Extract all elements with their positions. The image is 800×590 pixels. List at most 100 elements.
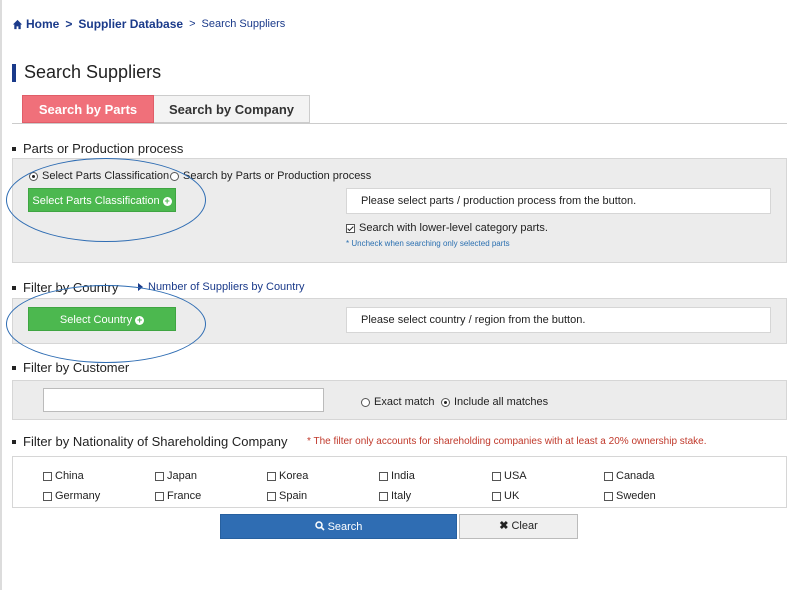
radio-search-by-process[interactable]: Search by Parts or Production process [170,170,371,182]
nationality-label: India [391,470,415,482]
shareholding-warning: * The filter only accounts for sharehold… [307,436,707,447]
nationality-korea[interactable]: Korea [267,470,308,482]
nationality-germany[interactable]: Germany [43,490,100,502]
tab-search-by-company[interactable]: Search by Company [154,95,310,123]
nationality-italy[interactable]: Italy [379,490,411,502]
nationality-heading-text: Filter by Nationality of Shareholding Co… [23,434,288,449]
breadcrumb-separator: > [189,18,196,30]
breadcrumb-separator: > [65,17,73,31]
checkbox-icon[interactable] [267,471,276,481]
select-parts-button-label: Select Parts Classification [32,195,160,207]
select-parts-classification-button[interactable]: Select Parts Classification + [28,188,176,212]
nationality-label: Spain [279,490,308,502]
checkbox-icon[interactable] [604,471,613,481]
parts-info-text: Please select parts / production process… [361,195,637,207]
triangle-right-icon [138,283,143,291]
nationality-japan[interactable]: Japan [155,470,197,482]
nationality-label: Sweden [616,490,656,502]
nationality-canada[interactable]: Canada [604,470,655,482]
plus-circle-icon: + [162,195,172,206]
heading-bullet [12,146,16,151]
nationality-section-heading: Filter by Nationality of Shareholding Co… [12,434,287,449]
nationality-label: Italy [391,490,412,502]
parts-selection-display: Please select parts / production process… [346,188,771,214]
title-accent-bar [12,63,16,82]
checkbox-icon[interactable] [492,471,501,481]
heading-bullet [12,439,16,444]
nationality-label: Japan [167,470,197,482]
lower-level-note: * Uncheck when searching only selected p… [346,239,510,248]
tab-divider [12,123,787,124]
checkbox-icon[interactable] [492,491,501,501]
heading-bullet [12,365,16,370]
customer-section-heading: Filter by Customer [12,360,129,375]
nationality-sweden[interactable]: Sweden [604,490,656,502]
nationality-uk[interactable]: UK [492,490,519,502]
radio-process-label: Search by Parts or Production process [183,170,372,182]
checkbox-icon[interactable] [267,491,276,501]
tab-search-by-parts[interactable]: Search by Parts [22,95,154,123]
checkbox-icon[interactable] [155,491,164,501]
radio-exact-match[interactable]: Exact match [361,396,435,408]
country-heading-text: Filter by Country [23,280,119,295]
breadcrumb: Home > Supplier Database > Search Suppli… [12,17,285,31]
page-left-border [0,0,2,590]
checkbox-icon[interactable] [43,471,52,481]
radio-unselected-icon[interactable] [170,171,179,181]
country-info-text: Please select country / region from the … [361,314,586,326]
plus-circle-icon: + [135,314,145,325]
lower-level-label: Search with lower-level category parts. [359,222,548,234]
nationality-label: China [55,470,84,482]
select-country-button-label: Select Country [59,314,133,326]
checkbox-icon[interactable] [379,491,388,501]
radio-selected-icon[interactable] [29,171,38,181]
nationality-china[interactable]: China [43,470,84,482]
search-button[interactable]: Search [220,514,457,539]
radio-selected-icon[interactable] [441,397,450,407]
page-title-text: Search Suppliers [24,62,162,82]
radio-classification-label: Select Parts Classification [42,170,170,182]
radio-unselected-icon[interactable] [361,397,370,407]
search-tabs: Search by Parts Search by Company [22,95,310,123]
search-button-label: Search [327,521,363,533]
radio-include-all-matches[interactable]: Include all matches [441,396,548,408]
search-icon [314,521,325,531]
heading-bullet [12,285,16,290]
select-country-button[interactable]: Select Country + [28,307,176,331]
lower-level-checkbox[interactable]: Search with lower-level category parts. [346,222,548,234]
checkbox-icon[interactable] [379,471,388,481]
checkbox-icon[interactable] [43,491,52,501]
page-title: Search Suppliers [12,62,161,83]
clear-button[interactable]: ✖ Clear [459,514,578,539]
number-of-suppliers-link-text: Number of Suppliers by Country [148,281,305,293]
exact-match-label: Exact match [374,396,435,408]
clear-button-label: Clear [511,520,538,532]
include-all-label: Include all matches [454,396,549,408]
nationality-label: Canada [616,470,655,482]
breadcrumb-supplier-db[interactable]: Supplier Database [78,17,183,31]
customer-search-input[interactable] [43,388,324,412]
number-of-suppliers-link[interactable]: Number of Suppliers by Country [138,281,305,293]
country-selection-display: Please select country / region from the … [346,307,771,333]
nationality-india[interactable]: India [379,470,415,482]
radio-select-classification[interactable]: Select Parts Classification [29,170,169,182]
nationality-label: USA [504,470,527,482]
country-section-heading: Filter by Country [12,280,118,295]
customer-heading-text: Filter by Customer [23,360,130,375]
breadcrumb-current: Search Suppliers [201,18,286,30]
breadcrumb-home[interactable]: Home [26,17,59,31]
close-icon: ✖ [499,520,509,532]
parts-section-heading: Parts or Production process [12,141,183,156]
home-icon [12,19,23,29]
checkbox-icon[interactable] [155,471,164,481]
nationality-label: Korea [279,470,309,482]
nationality-usa[interactable]: USA [492,470,527,482]
nationality-france[interactable]: France [155,490,201,502]
parts-heading-text: Parts or Production process [23,141,184,156]
checkbox-icon[interactable] [604,491,613,501]
nationality-label: UK [504,490,520,502]
nationality-spain[interactable]: Spain [267,490,307,502]
checkbox-checked-icon[interactable] [346,223,355,233]
nationality-label: Germany [55,490,101,502]
nationality-label: France [167,490,202,502]
